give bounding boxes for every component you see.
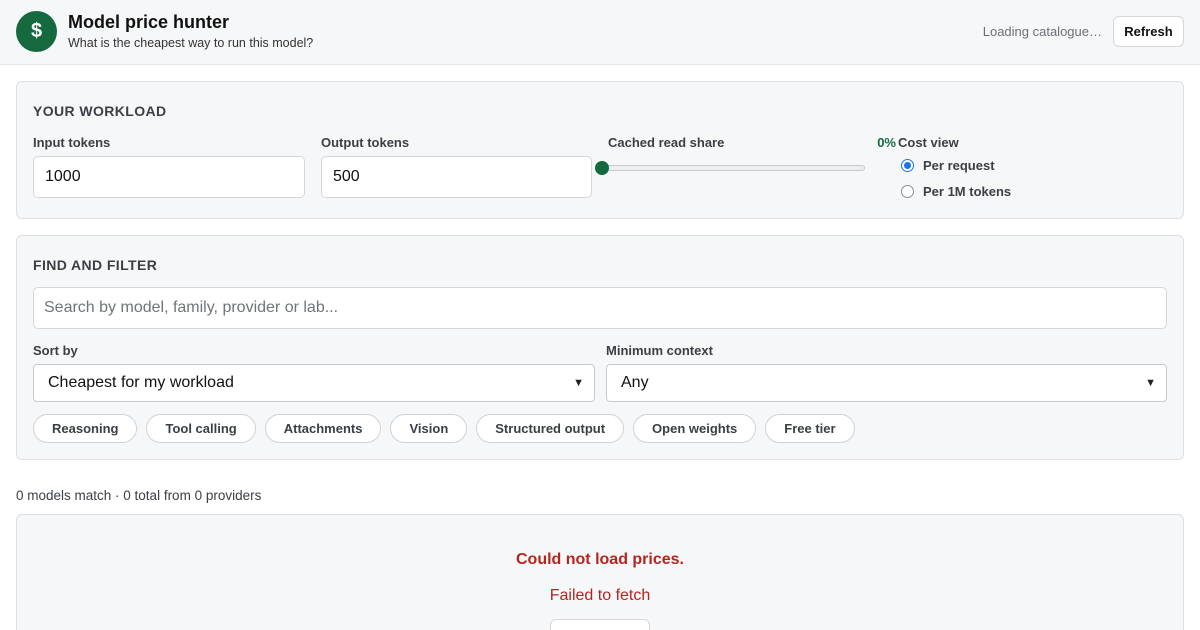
filter-title: FIND AND FILTER: [33, 257, 158, 273]
chip-tool-calling[interactable]: Tool calling: [146, 414, 256, 443]
radio-label: Per request: [923, 158, 995, 173]
chip-structured-output[interactable]: Structured output: [476, 414, 625, 443]
error-title: Could not load prices.: [515, 551, 684, 568]
results-panel: Could not load prices. Failed to fetch: [16, 514, 1184, 630]
chevron-down-icon: ▼: [1145, 377, 1156, 389]
radio-selected-icon[interactable]: [901, 159, 914, 172]
cost-view-label: Cost view: [898, 135, 959, 150]
capability-chips: Reasoning Tool calling Attachments Visio…: [33, 414, 855, 443]
app-subtitle: What is the cheapest way to run this mod…: [68, 36, 314, 50]
app-title: Model price hunter: [68, 12, 230, 32]
error-detail: Failed to fetch: [549, 587, 651, 604]
radio-label: Per 1M tokens: [923, 184, 1012, 199]
cost-view-per-million[interactable]: Per 1M tokens: [901, 184, 1011, 199]
output-tokens-field[interactable]: [321, 156, 592, 198]
sort-select[interactable]: Cheapest for my workload ▼: [33, 364, 595, 402]
min-context-select[interactable]: Any ▼: [606, 364, 1167, 402]
input-tokens-label: Input tokens: [33, 135, 111, 150]
output-tokens-label: Output tokens: [321, 135, 410, 150]
search-input[interactable]: [33, 287, 1167, 329]
refresh-button[interactable]: Refresh: [1113, 16, 1184, 47]
workload-title: YOUR WORKLOAD: [33, 103, 167, 119]
dollar-logo-icon: $: [16, 11, 57, 52]
min-context-label: Minimum context: [606, 343, 713, 358]
results-summary: 0 models match · 0 total from 0 provider…: [16, 488, 262, 503]
slider-handle[interactable]: [595, 161, 609, 175]
app-header: $ Model price hunter What is the cheapes…: [0, 0, 1200, 65]
catalogue-status: Loading catalogue…: [982, 24, 1102, 39]
min-context-value: Any: [621, 374, 649, 391]
sort-by-label: Sort by: [33, 343, 78, 358]
chip-attachments[interactable]: Attachments: [264, 414, 382, 443]
input-tokens-field[interactable]: [33, 156, 305, 198]
filter-panel: FIND AND FILTER Sort by Cheapest for my …: [16, 235, 1184, 460]
cached-read-slider[interactable]: [595, 161, 865, 175]
sort-select-value: Cheapest for my workload: [48, 374, 234, 391]
cached-read-value: 0%: [877, 135, 896, 150]
chip-reasoning[interactable]: Reasoning: [33, 414, 138, 443]
retry-button[interactable]: [550, 619, 650, 630]
chevron-down-icon: ▼: [573, 377, 584, 389]
cached-read-label: Cached read share: [608, 135, 725, 150]
chip-open-weights[interactable]: Open weights: [633, 414, 757, 443]
chip-free-tier[interactable]: Free tier: [765, 414, 855, 443]
cost-view-per-request[interactable]: Per request: [901, 158, 995, 173]
chip-vision[interactable]: Vision: [390, 414, 468, 443]
radio-unselected-icon[interactable]: [901, 185, 914, 198]
